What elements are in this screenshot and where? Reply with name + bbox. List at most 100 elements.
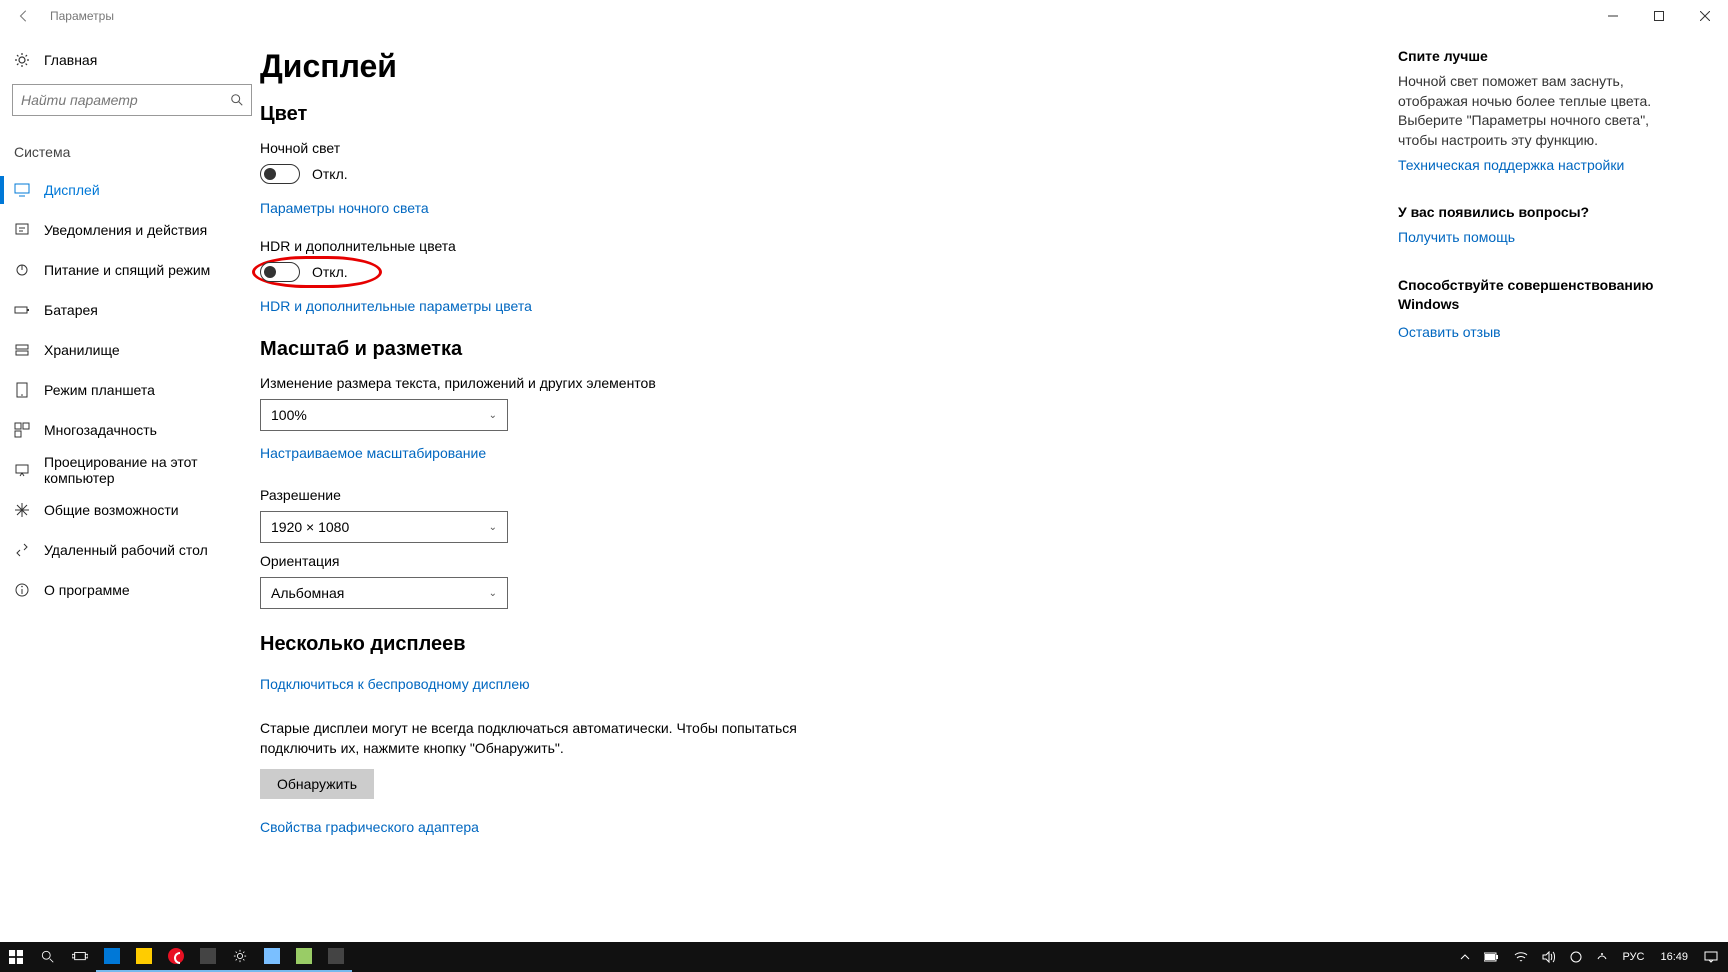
storage-icon xyxy=(14,342,30,358)
detect-button[interactable]: Обнаружить xyxy=(260,769,374,799)
aside-questions-heading: У вас появились вопросы? xyxy=(1398,204,1668,220)
search-input[interactable] xyxy=(13,85,223,115)
taskbar-app-5[interactable] xyxy=(256,942,288,972)
sidebar-item-notifications[interactable]: Уведомления и действия xyxy=(0,210,260,250)
close-button[interactable] xyxy=(1682,0,1728,32)
tray-language[interactable]: РУС xyxy=(1618,942,1648,972)
sidebar-item-shared[interactable]: Общие возможности xyxy=(0,490,260,530)
taskbar-app-7[interactable] xyxy=(320,942,352,972)
taskbar: РУС 16:49 xyxy=(0,942,1728,972)
sidebar-item-tablet[interactable]: Режим планшета xyxy=(0,370,260,410)
adapter-properties-link[interactable]: Свойства графического адаптера xyxy=(260,819,479,835)
remote-icon xyxy=(14,542,30,558)
orientation-select[interactable]: Альбомная ⌄ xyxy=(260,577,508,609)
titlebar: Параметры xyxy=(0,0,1728,32)
hdr-label: HDR и дополнительные цвета xyxy=(260,238,1160,254)
night-light-state: Откл. xyxy=(312,166,348,182)
taskbar-app-opera[interactable] xyxy=(160,942,192,972)
page-title: Дисплей xyxy=(260,48,1160,85)
hdr-settings-link[interactable]: HDR и дополнительные параметры цвета xyxy=(260,298,532,314)
hdr-state: Откл. xyxy=(312,264,348,280)
tray-battery-icon[interactable] xyxy=(1480,942,1504,972)
resolution-select[interactable]: 1920 × 1080 ⌄ xyxy=(260,511,508,543)
taskbar-app-settings[interactable] xyxy=(224,942,256,972)
taskbar-app-word[interactable] xyxy=(96,942,128,972)
aside-questions-link[interactable]: Получить помощь xyxy=(1398,228,1668,248)
main-content: Дисплей Цвет Ночной свет Откл. Параметры… xyxy=(260,48,1200,922)
chevron-down-icon: ⌄ xyxy=(489,410,497,421)
sidebar-item-label: Общие возможности xyxy=(44,502,179,518)
search-icon xyxy=(223,85,251,115)
search-input-wrap[interactable] xyxy=(12,84,252,116)
taskbar-search[interactable] xyxy=(32,942,64,972)
sidebar-item-storage[interactable]: Хранилище xyxy=(0,330,260,370)
taskbar-app-6[interactable] xyxy=(288,942,320,972)
sidebar-item-multitask[interactable]: Многозадачность xyxy=(0,410,260,450)
sidebar-item-label: Батарея xyxy=(44,302,98,318)
tray-overflow[interactable] xyxy=(1456,942,1474,972)
tray-volume-icon[interactable] xyxy=(1538,942,1560,972)
sidebar-home-label: Главная xyxy=(44,52,97,68)
sidebar-item-about[interactable]: О программе xyxy=(0,570,260,610)
display-icon xyxy=(14,182,30,198)
tray-clock[interactable]: 16:49 xyxy=(1654,951,1694,963)
aside-sleep-text: Ночной свет поможет вам заснуть, отображ… xyxy=(1398,72,1668,150)
resolution-value: 1920 × 1080 xyxy=(271,519,349,535)
back-button[interactable] xyxy=(0,0,48,32)
sidebar-item-label: Дисплей xyxy=(44,182,100,198)
info-icon xyxy=(14,582,30,598)
scale-select[interactable]: 100% ⌄ xyxy=(260,399,508,431)
aside: Спите лучше Ночной свет поможет вам засн… xyxy=(1398,48,1698,922)
wireless-display-link[interactable]: Подключиться к беспроводному дисплею xyxy=(260,676,530,692)
section-scale: Масштаб и разметка xyxy=(260,338,1160,361)
sidebar-item-label: Многозадачность xyxy=(44,422,157,438)
sidebar-item-label: Хранилище xyxy=(44,342,120,358)
resolution-label: Разрешение xyxy=(260,487,1160,503)
aside-improve-heading: Способствуйте совершенствованию Windows xyxy=(1398,276,1668,315)
aside-improve-link[interactable]: Оставить отзыв xyxy=(1398,323,1668,343)
sidebar-item-label: Удаленный рабочий стол xyxy=(44,542,208,558)
orientation-label: Ориентация xyxy=(260,553,1160,569)
window-title: Параметры xyxy=(48,9,114,23)
detect-description: Старые дисплеи могут не всегда подключат… xyxy=(260,718,820,759)
multitask-icon xyxy=(14,422,30,438)
sidebar-item-projection[interactable]: Проецирование на этот компьютер xyxy=(0,450,260,490)
tray-action-center[interactable] xyxy=(1700,942,1722,972)
battery-icon xyxy=(14,302,30,318)
night-light-settings-link[interactable]: Параметры ночного света xyxy=(260,200,429,216)
start-button[interactable] xyxy=(0,942,32,972)
sidebar-item-label: Проецирование на этот компьютер xyxy=(44,454,246,486)
sidebar-category: Система xyxy=(0,136,260,170)
night-light-toggle[interactable] xyxy=(260,164,300,184)
sidebar-item-display[interactable]: Дисплей xyxy=(0,170,260,210)
taskbar-app-explorer[interactable] xyxy=(128,942,160,972)
taskbar-app-obs[interactable] xyxy=(192,942,224,972)
sidebar-item-label: Уведомления и действия xyxy=(44,222,207,238)
projection-icon xyxy=(14,462,30,478)
shared-icon xyxy=(14,502,30,518)
tray-wifi-icon[interactable] xyxy=(1510,942,1532,972)
night-light-label: Ночной свет xyxy=(260,140,1160,156)
sidebar-item-remote[interactable]: Удаленный рабочий стол xyxy=(0,530,260,570)
sidebar-item-power[interactable]: Питание и спящий режим xyxy=(0,250,260,290)
scale-label: Изменение размера текста, приложений и д… xyxy=(260,375,1160,391)
scale-value: 100% xyxy=(271,407,307,423)
tray-app-icon-1[interactable] xyxy=(1566,942,1586,972)
gear-icon xyxy=(14,52,30,68)
tray-app-icon-2[interactable] xyxy=(1592,942,1612,972)
custom-scaling-link[interactable]: Настраиваемое масштабирование xyxy=(260,445,486,461)
sidebar-item-label: Режим планшета xyxy=(44,382,155,398)
minimize-button[interactable] xyxy=(1590,0,1636,32)
sidebar-item-label: О программе xyxy=(44,582,130,598)
chevron-down-icon: ⌄ xyxy=(489,522,497,533)
aside-sleep-link[interactable]: Техническая поддержка настройки xyxy=(1398,156,1668,176)
sidebar-home[interactable]: Главная xyxy=(12,44,248,84)
hdr-toggle[interactable] xyxy=(260,262,300,282)
system-tray: РУС 16:49 xyxy=(1450,942,1728,972)
maximize-button[interactable] xyxy=(1636,0,1682,32)
orientation-value: Альбомная xyxy=(271,585,344,601)
sidebar-item-battery[interactable]: Батарея xyxy=(0,290,260,330)
section-color: Цвет xyxy=(260,103,1160,126)
tablet-icon xyxy=(14,382,30,398)
taskbar-taskview[interactable] xyxy=(64,942,96,972)
